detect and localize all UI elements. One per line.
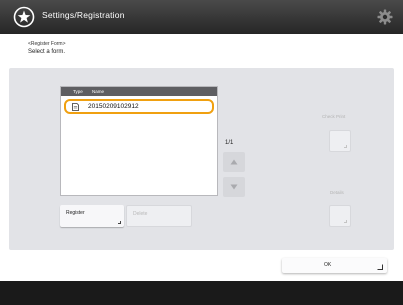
details-button[interactable] xyxy=(329,205,351,227)
list-item[interactable]: 20150209102912 xyxy=(64,99,214,114)
check-print-label: Check Print xyxy=(322,114,346,119)
register-button[interactable]: Register xyxy=(60,205,124,227)
page-indicator: 1/1 xyxy=(225,140,234,146)
list-header: Type Name xyxy=(61,87,217,96)
corner-indicator-icon xyxy=(377,264,383,270)
page-heading: <Register Form> xyxy=(28,41,66,47)
gear-icon[interactable] xyxy=(377,9,393,25)
scroll-down-button[interactable] xyxy=(223,177,245,197)
form-name: 20150209102912 xyxy=(88,103,139,110)
ok-button[interactable]: OK xyxy=(282,258,387,273)
delete-button[interactable]: Delete xyxy=(126,205,192,227)
form-list[interactable]: Type Name 20150209102912 xyxy=(60,86,218,196)
register-button-label: Register xyxy=(66,210,85,216)
title-bar: Settings/Registration xyxy=(0,0,403,34)
arrow-down-icon xyxy=(230,184,238,190)
column-header-type[interactable]: Type xyxy=(73,89,83,94)
settings-registration-icon xyxy=(13,6,35,28)
corner-indicator-icon xyxy=(118,221,121,224)
column-header-name[interactable]: Name xyxy=(92,89,104,94)
footer-bar xyxy=(0,281,403,305)
arrow-up-icon xyxy=(230,159,238,165)
check-print-button[interactable] xyxy=(329,130,351,152)
scroll-up-button[interactable] xyxy=(223,152,245,172)
document-icon xyxy=(72,103,79,111)
instruction-text: Select a form. xyxy=(28,49,66,55)
corner-indicator-icon xyxy=(344,220,347,223)
details-label: Details xyxy=(330,190,344,195)
delete-button-label: Delete xyxy=(133,211,148,217)
corner-indicator-icon xyxy=(344,145,347,148)
window-title: Settings/Registration xyxy=(42,10,125,20)
ok-button-label: OK xyxy=(324,262,332,268)
